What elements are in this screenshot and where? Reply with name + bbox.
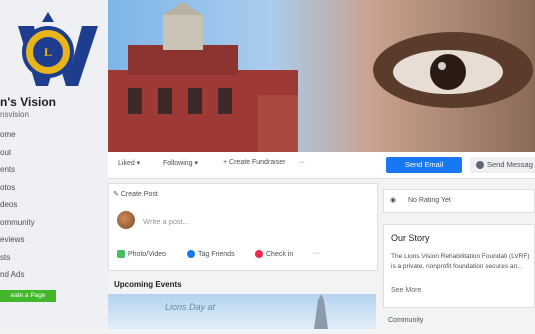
pencil-icon: ✎ <box>113 191 121 198</box>
cover-photo <box>108 0 535 152</box>
sidebar-item-reviews[interactable]: eviews <box>0 231 35 249</box>
create-post-label: ✎ Create Post <box>113 191 158 198</box>
our-story-body: The Lions Vision Rehabilitation Foundati… <box>391 253 530 270</box>
sidebar-item-photos[interactable]: otos <box>0 179 35 197</box>
check-in-button[interactable]: Check in <box>255 250 293 258</box>
sidebar-item-about[interactable]: out <box>0 144 35 162</box>
composer-actions: Photo/Video Tag Friends Check in ··· <box>117 250 367 264</box>
event-tower-illustration <box>314 294 328 329</box>
svg-text:L: L <box>44 45 52 59</box>
rating-icon: ◉ <box>390 197 397 204</box>
our-story-card: Our Story The Lions Vision Rehabilitatio… <box>383 224 535 308</box>
event-image-text: Lions Day at <box>165 302 216 312</box>
cover-illustration <box>108 2 533 152</box>
composer-more-button[interactable]: ··· <box>313 250 320 257</box>
sidebar-item-home[interactable]: ome <box>0 126 35 144</box>
location-pin-icon <box>255 250 263 258</box>
messenger-icon <box>476 161 484 170</box>
tag-friends-icon <box>187 250 195 258</box>
rating-text: No Rating Yet <box>408 197 451 204</box>
sidebar-item-community[interactable]: ommunity <box>0 214 35 232</box>
lions-logo-icon: L <box>18 12 98 86</box>
liked-button[interactable]: Liked ▾ <box>118 159 140 167</box>
see-more-link[interactable]: See More <box>391 287 421 294</box>
community-heading: Community <box>388 317 424 324</box>
page-name: n's Vision <box>0 95 56 109</box>
upcoming-events-title: Upcoming Events <box>114 280 182 289</box>
page-handle: nsvision <box>0 110 29 119</box>
rating-card: ◉ No Rating Yet <box>383 189 535 213</box>
create-fundraiser-button[interactable]: + Create Fundraiser <box>223 159 285 166</box>
our-story-title: Our Story <box>391 233 430 243</box>
following-button[interactable]: Following ▾ <box>163 159 198 167</box>
sidebar-item-videos[interactable]: deos <box>0 196 35 214</box>
avatar <box>117 211 135 229</box>
send-message-label: Send Messag <box>487 160 533 169</box>
sidebar-item-info-and-ads[interactable]: nd Ads <box>0 266 35 284</box>
photo-icon <box>117 250 125 258</box>
left-sidebar: L n's Vision nsvision ome out ents otos … <box>0 0 108 329</box>
sidebar-item-posts[interactable]: sts <box>0 249 35 267</box>
tag-friends-button[interactable]: Tag Friends <box>187 250 235 258</box>
photo-video-button[interactable]: Photo/Video <box>117 250 166 258</box>
more-actions-button[interactable]: ··· <box>298 159 305 166</box>
write-post-input[interactable]: Write a post... <box>143 217 189 226</box>
sidebar-nav: ome out ents otos deos ommunity eviews s… <box>0 126 35 284</box>
create-page-button[interactable]: eate a Page <box>0 290 56 302</box>
event-image[interactable] <box>108 294 376 329</box>
send-message-button[interactable]: Send Messag <box>470 157 535 173</box>
send-email-button[interactable]: Send Email <box>386 157 462 173</box>
post-composer: ✎ Create Post Write a post... Photo/Vide… <box>108 183 378 271</box>
sidebar-item-events[interactable]: ents <box>0 161 35 179</box>
